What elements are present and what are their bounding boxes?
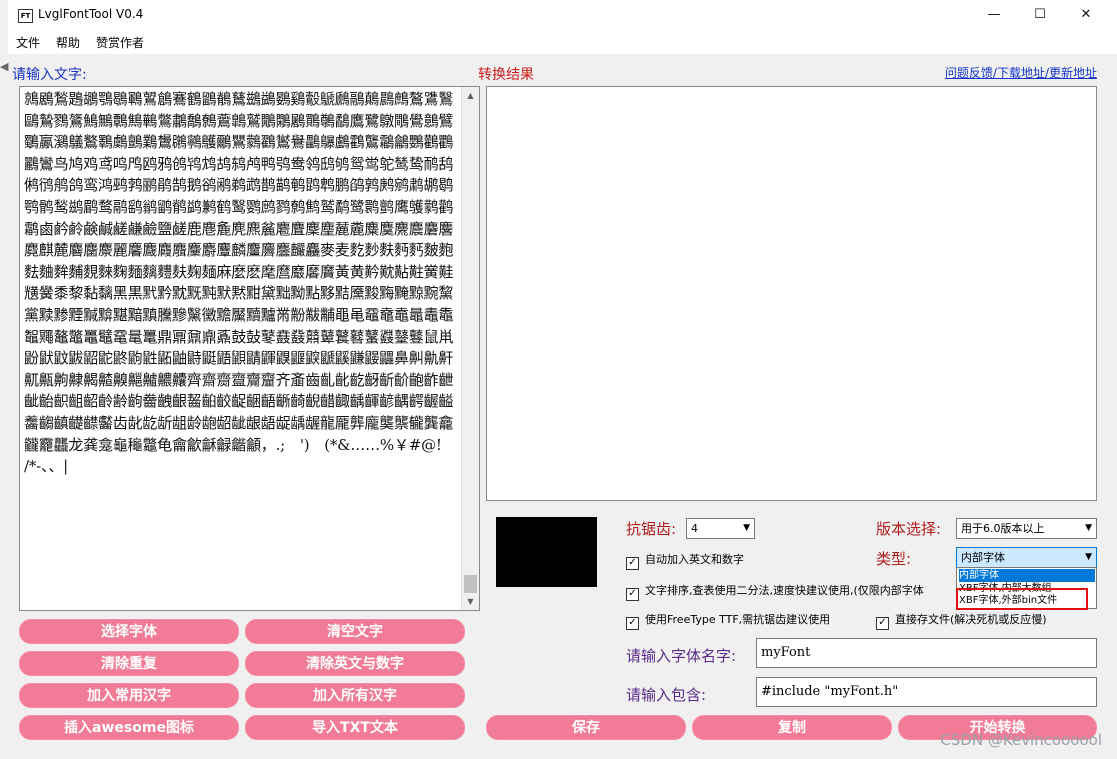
freetype-label: 使用FreeType TTF,需抗锯齿建议使用 <box>645 613 831 626</box>
antialias-select[interactable]: 4 ▼ <box>686 518 755 539</box>
maximize-icon[interactable]: ☐ <box>1017 0 1063 30</box>
type-select[interactable]: 内部字体 ▼ <box>956 547 1097 568</box>
include-label: 请输入包含: <box>626 686 707 704</box>
font-name-label: 请输入字体名字: <box>626 647 737 665</box>
result-text-area[interactable] <box>486 86 1097 501</box>
type-option-internal[interactable]: 内部字体 <box>959 569 1095 582</box>
type-label: 类型: <box>876 550 912 568</box>
title-bar: FT LvglFontTool V0.4 — ☐ ✕ <box>8 0 1117 30</box>
sort-label: 文字排序,查表使用二分法,速度快建议使用,(仅限内部字体 <box>645 584 924 597</box>
menu-donate[interactable]: 赞赏作者 <box>96 34 144 51</box>
auto-add-checkbox[interactable]: ✓ 自动加入英文和数字 <box>626 551 744 570</box>
import-txt-button[interactable]: 导入TXT文本 <box>245 715 465 740</box>
checkbox-checked-icon: ✓ <box>626 557 639 570</box>
checkbox-checked-icon: ✓ <box>626 588 639 601</box>
add-common-chars-button[interactable]: 加入常用汉字 <box>19 683 239 708</box>
remove-duplicates-button[interactable]: 清除重复 <box>19 651 239 676</box>
copy-button[interactable]: 复制 <box>692 715 892 740</box>
type-value: 内部字体 <box>961 551 1005 564</box>
type-dropdown-list: 内部字体 XBF字体,内部大数组 XBF字体,外部bin文件 <box>956 567 1097 609</box>
type-option-xbf-external[interactable]: XBF字体,外部bin文件 <box>959 594 1095 607</box>
window-title: LvglFontTool V0.4 <box>38 7 144 21</box>
font-name-input[interactable]: myFont <box>756 638 1097 668</box>
menu-file[interactable]: 文件 <box>16 34 40 51</box>
watermark: CSDN @Kevincoooool <box>940 731 1102 749</box>
chevron-down-icon: ▼ <box>1085 523 1092 533</box>
add-all-chars-button[interactable]: 加入所有汉字 <box>245 683 465 708</box>
app-icon: FT <box>18 9 33 23</box>
chevron-down-icon: ▼ <box>743 523 750 533</box>
scroll-down-icon[interactable]: ▼ <box>462 593 479 610</box>
menu-help[interactable]: 帮助 <box>56 34 80 51</box>
remove-en-num-button[interactable]: 清除英文与数字 <box>245 651 465 676</box>
direct-save-label: 直接存文件(解决死机或反应慢) <box>895 613 1047 626</box>
menu-bar: 文件 帮助 赞赏作者 <box>8 30 1117 54</box>
auto-add-label: 自动加入英文和数字 <box>645 553 744 566</box>
sort-checkbox[interactable]: ✓ 文字排序,查表使用二分法,速度快建议使用,(仅限内部字体 <box>626 582 924 601</box>
clear-text-button[interactable]: 清空文字 <box>245 619 465 644</box>
scroll-up-icon[interactable]: ▲ <box>462 87 479 104</box>
input-text-area[interactable]: 鶁鶋鶖鶗鶘鶚鶡鶤鶦鶬鶱鶴鶹鶺鶿鷀鷁鷃鷄鷇鷈鷉鷊鷏鷐鷓鷔鷕鷖鷗鷙鷚鷟鷠鷡鷣鷦鷨鷩鷫… <box>19 86 480 611</box>
background-window-edge: ◀ <box>0 60 9 73</box>
result-label: 转换结果 <box>478 67 534 83</box>
vertical-scrollbar[interactable]: ▲ ▼ <box>461 87 479 610</box>
input-text-label: 请输入文字: <box>12 67 87 83</box>
close-icon[interactable]: ✕ <box>1063 0 1109 30</box>
input-text-content: 鶁鶋鶖鶗鶘鶚鶡鶤鶦鶬鶱鶴鶹鶺鶿鷀鷁鷃鷄鷇鷈鷉鷊鷏鷐鷓鷔鷕鷖鷗鷙鷚鷟鷠鷡鷣鷦鷨鷩鷫… <box>24 90 457 476</box>
save-button[interactable]: 保存 <box>486 715 686 740</box>
feedback-link[interactable]: 问题反馈/下载地址/更新地址 <box>945 64 1097 81</box>
checkbox-checked-icon: ✓ <box>626 617 639 630</box>
version-value: 用于6.0版本以上 <box>961 522 1045 535</box>
select-font-button[interactable]: 选择字体 <box>19 619 239 644</box>
chevron-down-icon: ▼ <box>1085 552 1092 562</box>
checkbox-checked-icon: ✓ <box>876 617 889 630</box>
freetype-checkbox[interactable]: ✓ 使用FreeType TTF,需抗锯齿建议使用 <box>626 611 830 630</box>
version-select[interactable]: 用于6.0版本以上 ▼ <box>956 518 1097 539</box>
font-preview <box>496 517 597 587</box>
scroll-thumb[interactable] <box>464 575 477 593</box>
insert-awesome-button[interactable]: 插入awesome图标 <box>19 715 239 740</box>
version-label: 版本选择: <box>876 520 942 538</box>
antialias-label: 抗锯齿: <box>626 520 677 538</box>
direct-save-checkbox[interactable]: ✓ 直接存文件(解决死机或反应慢) <box>876 611 1047 630</box>
minimize-icon[interactable]: — <box>971 0 1017 30</box>
antialias-value: 4 <box>691 522 698 535</box>
include-input[interactable]: #include "myFont.h" <box>756 677 1097 707</box>
